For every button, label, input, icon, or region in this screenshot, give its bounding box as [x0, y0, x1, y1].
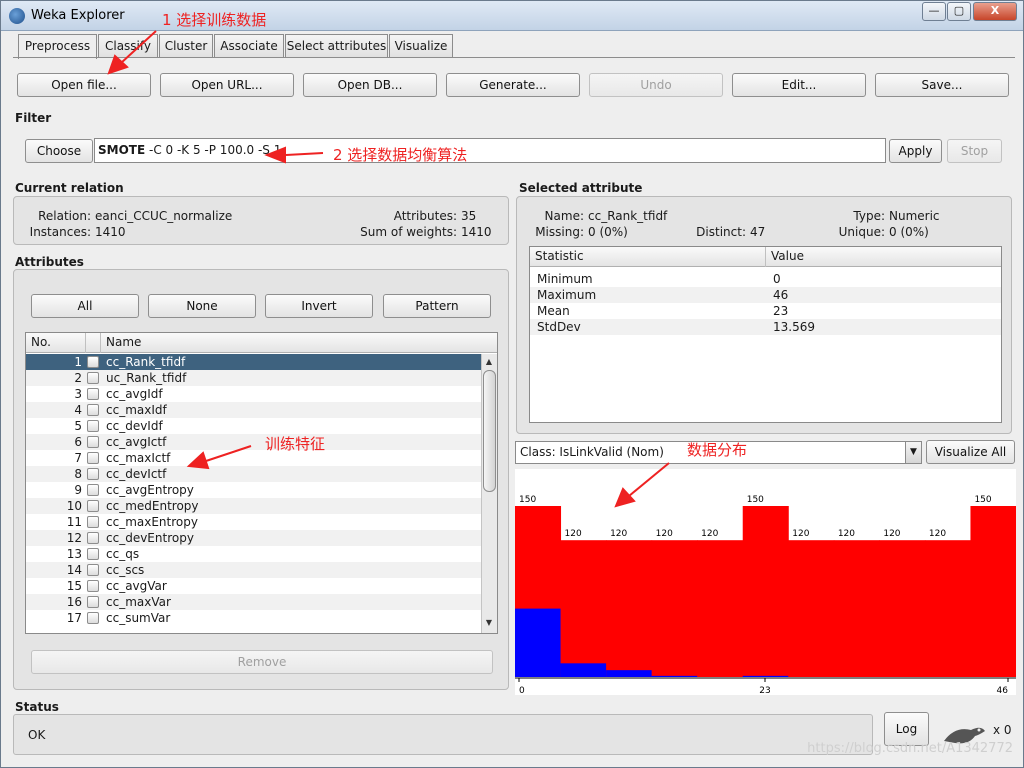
- annotation-arrows: [107, 30, 670, 508]
- watermark: https://blog.csdn.net/A1342772: [807, 741, 1013, 756]
- status-label: Status: [15, 700, 59, 714]
- task-count: x 0: [993, 723, 1012, 737]
- arrow-icon: [107, 54, 129, 75]
- weka-explorer-window: Weka Explorer — ▢ X Preprocess Classify …: [0, 0, 1024, 768]
- arrow-icon: [186, 451, 210, 470]
- status-bar: OK: [13, 714, 873, 755]
- arrow-icon: [264, 146, 286, 164]
- arrow-icon: [614, 487, 636, 508]
- status-text: OK: [28, 728, 46, 742]
